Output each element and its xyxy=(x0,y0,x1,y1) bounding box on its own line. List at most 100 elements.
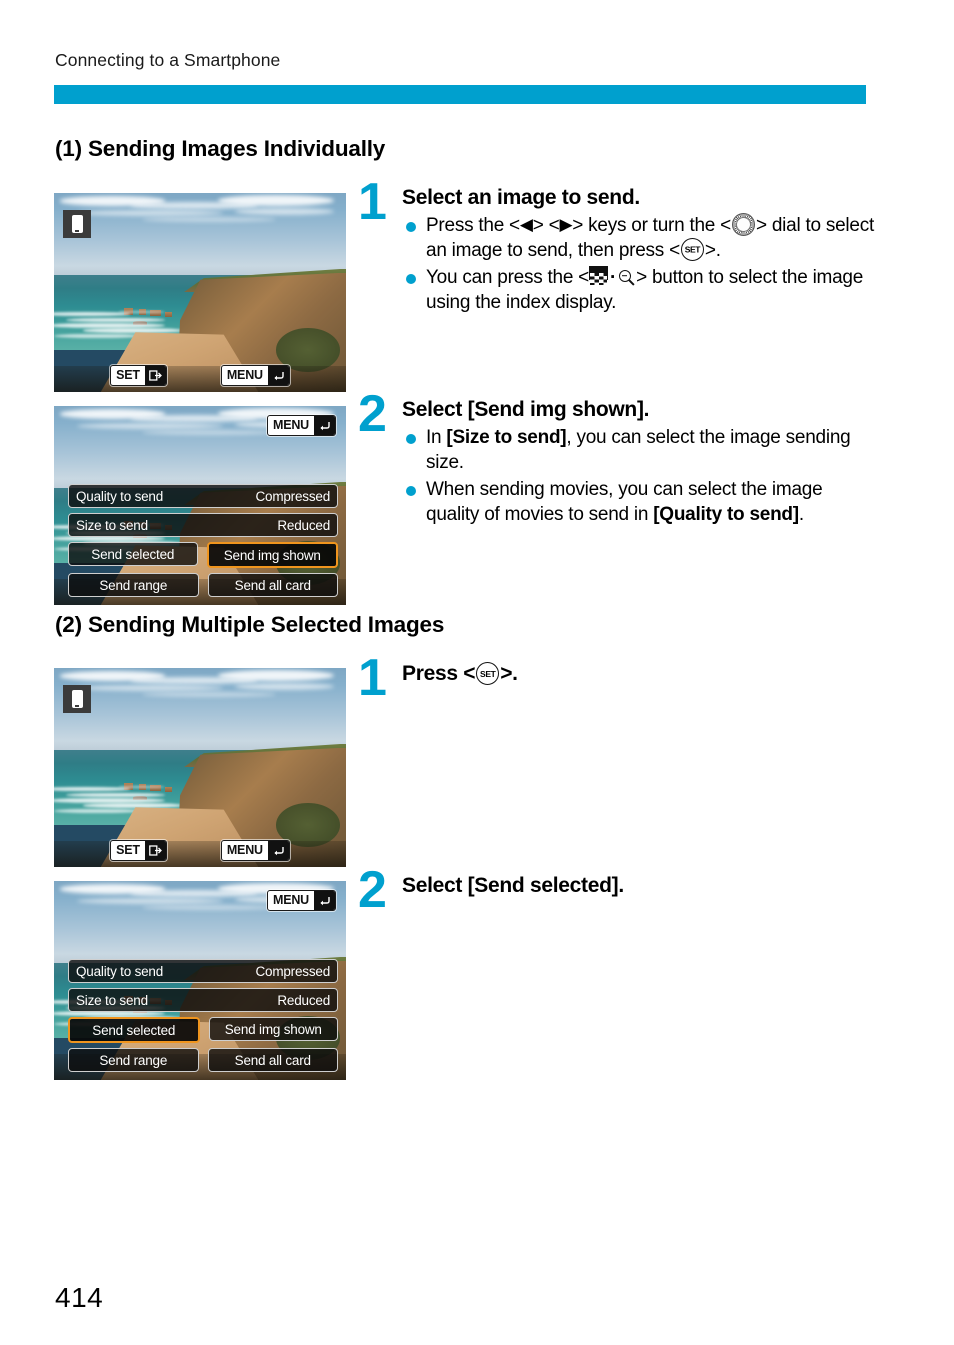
quality-to-send-label: Quality to send xyxy=(76,963,164,979)
menu-button-send-selected[interactable]: Send selected xyxy=(68,1017,200,1043)
step-1-section-1: 1 Select an image to send. Press the <◀>… xyxy=(358,176,878,316)
left-arrow-key-icon: ◀ xyxy=(519,215,533,234)
camera-screen-playback-1: SET MENU xyxy=(54,193,346,392)
return-arrow-icon xyxy=(314,891,335,910)
set-send-button[interactable]: SET xyxy=(110,839,167,861)
dial-icon xyxy=(731,213,755,236)
step-number: 2 xyxy=(358,385,387,443)
menu-item-size-to-send[interactable]: Size to send Reduced xyxy=(68,988,338,1012)
menu-button-send-all-card[interactable]: Send all card xyxy=(207,573,338,597)
menu-item-size-to-send[interactable]: Size to send Reduced xyxy=(68,513,338,537)
send-options-menu: Quality to send Compressed Size to send … xyxy=(68,959,338,1072)
step-title-text: ]. xyxy=(636,398,650,421)
menu-row-send-buttons-top: Send selected Send img shown xyxy=(68,542,338,568)
menu-chip-label: MENU xyxy=(272,418,309,432)
header-rule xyxy=(54,85,866,104)
menu-button-send-img-shown[interactable]: Send img shown xyxy=(206,542,338,568)
bullet-quality-to-send: When sending movies, you can select the … xyxy=(402,477,878,528)
section-heading-1: (1) Sending Images Individually xyxy=(55,136,386,161)
menu-chip-label: MENU xyxy=(272,893,309,907)
step-title-text: Select [ xyxy=(402,398,475,421)
step-title: Press < >. xyxy=(402,662,878,686)
camera-screen-playback-2: SET MENU xyxy=(54,668,346,867)
magnify-reduce-icon xyxy=(619,269,636,287)
set-button-icon xyxy=(476,662,500,685)
set-button-icon xyxy=(680,238,704,262)
bullet-text: > keys or turn the < xyxy=(572,215,731,236)
bullet-size-to-send: In [Size to send], you can select the im… xyxy=(402,425,878,476)
step-title-menu-item: Send img shown xyxy=(474,398,637,421)
return-arrow-icon xyxy=(267,840,289,860)
menu-return-button[interactable]: MENU xyxy=(266,415,336,436)
section-heading-2: (2) Sending Multiple Selected Images xyxy=(55,612,445,637)
send-options-menu: Quality to send Compressed Size to send … xyxy=(68,484,338,597)
step-number: 2 xyxy=(358,861,387,919)
step-number: 1 xyxy=(358,649,387,707)
bullet-text: . xyxy=(798,503,804,525)
step-2-section-2: 2 Select [Send selected]. xyxy=(358,864,878,916)
step-title-text: >. xyxy=(500,662,518,685)
step-title: Select an image to send. xyxy=(402,186,640,209)
menu-return-button[interactable]: MENU xyxy=(220,839,290,861)
bullet-press-keys: Press the <◀> <▶> keys or turn the < > di… xyxy=(402,213,878,264)
step-bullet-list: Press the <◀> <▶> keys or turn the < > di… xyxy=(402,213,878,315)
menu-return-button[interactable]: MENU xyxy=(220,364,290,386)
smartphone-icon xyxy=(63,210,91,238)
size-to-send-value: Reduced xyxy=(277,992,330,1008)
step-2-section-1: 2 Select [Send img shown]. In [Size to s… xyxy=(358,388,878,528)
set-chip-label: SET xyxy=(116,842,140,857)
playback-button-bar: SET MENU xyxy=(54,833,346,867)
photo-sky xyxy=(54,193,346,279)
menu-row-quality: Quality to send Compressed xyxy=(68,959,338,983)
bullet-text: Press the < xyxy=(426,215,520,236)
index-display-icon xyxy=(589,265,609,285)
icon-separator-dot: · xyxy=(610,266,617,288)
quality-to-send-value: Compressed xyxy=(255,488,330,504)
return-arrow-icon xyxy=(267,365,289,385)
size-to-send-value: Reduced xyxy=(277,517,330,533)
send-image-icon xyxy=(144,365,166,385)
size-to-send-label: Size to send xyxy=(76,992,148,1008)
camera-screen-send-menu-2: MENU Quality to send Compressed Size to … xyxy=(54,881,346,1080)
menu-button-send-range[interactable]: Send range xyxy=(68,1048,199,1072)
smartphone-icon xyxy=(63,685,91,713)
bullet-menu-item: [Quality to send] xyxy=(653,503,799,525)
menu-chip-label: MENU xyxy=(226,842,263,857)
menu-button-send-all-card[interactable]: Send all card xyxy=(207,1048,338,1072)
right-arrow-key-icon: ▶ xyxy=(559,215,573,234)
menu-row-quality: Quality to send Compressed xyxy=(68,484,338,508)
menu-return-button[interactable]: MENU xyxy=(266,890,336,911)
menu-button-send-range[interactable]: Send range xyxy=(68,573,199,597)
menu-item-quality-to-send[interactable]: Quality to send Compressed xyxy=(68,959,338,983)
step-number: 1 xyxy=(358,173,387,231)
quality-to-send-label: Quality to send xyxy=(76,488,164,504)
menu-row-send-buttons-top: Send selected Send img shown xyxy=(68,1017,338,1043)
menu-button-send-img-shown[interactable]: Send img shown xyxy=(208,1017,338,1041)
menu-row-send-buttons-bottom: Send range Send all card xyxy=(68,573,338,597)
playback-button-bar: SET MENU xyxy=(54,358,346,392)
step-title: Select [Send img shown]. xyxy=(402,398,878,422)
bullet-menu-item: [Size to send] xyxy=(446,427,567,448)
camera-screen-send-menu-1: MENU Quality to send Compressed Size to … xyxy=(54,406,346,605)
bullet-text: You can press the < xyxy=(426,266,590,288)
set-chip-label: SET xyxy=(116,367,140,382)
bullet-index-display: You can press the < · > button to select t… xyxy=(402,265,878,316)
menu-item-quality-to-send[interactable]: Quality to send Compressed xyxy=(68,484,338,508)
menu-row-send-buttons-bottom: Send range Send all card xyxy=(68,1048,338,1072)
page-number: 414 xyxy=(55,1282,104,1313)
quality-to-send-value: Compressed xyxy=(255,963,330,979)
step-title: Select [Send selected]. xyxy=(402,874,624,897)
bullet-text: > < xyxy=(532,215,560,236)
set-send-button[interactable]: SET xyxy=(110,364,167,386)
menu-chip-label: MENU xyxy=(226,367,263,382)
running-head: Connecting to a Smartphone xyxy=(55,50,281,70)
return-arrow-icon xyxy=(314,416,335,435)
step-bullet-list: In [Size to send], you can select the im… xyxy=(402,425,878,527)
menu-row-size: Size to send Reduced xyxy=(68,988,338,1012)
send-image-icon xyxy=(144,840,166,860)
bullet-text: In xyxy=(426,427,447,448)
size-to-send-label: Size to send xyxy=(76,517,148,533)
photo-sky xyxy=(54,668,346,754)
menu-row-size: Size to send Reduced xyxy=(68,513,338,537)
menu-button-send-selected[interactable]: Send selected xyxy=(68,542,198,566)
